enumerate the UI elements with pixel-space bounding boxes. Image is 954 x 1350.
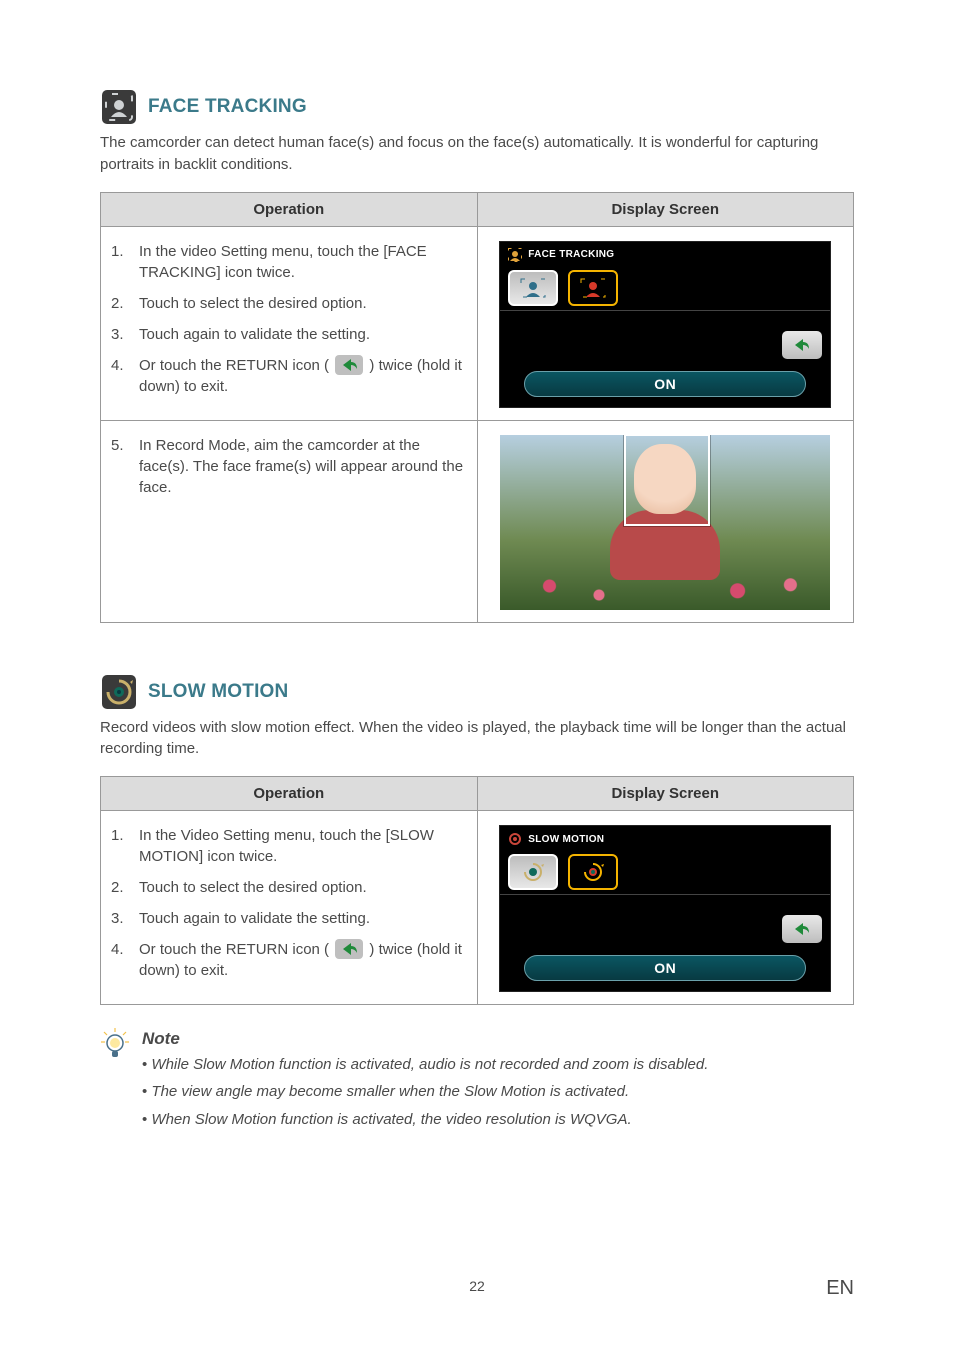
step-4: Or touch the RETURN icon ( ) twice (hold… bbox=[131, 355, 467, 397]
step-1: In the Video Setting menu, touch the [SL… bbox=[131, 825, 467, 867]
return-icon bbox=[335, 939, 363, 959]
step-2: Touch to select the desired option. bbox=[131, 877, 467, 898]
note-item: When Slow Motion function is activated, … bbox=[142, 1108, 708, 1131]
section-title: FACE TRACKING bbox=[148, 96, 307, 118]
face-tracking-icon bbox=[102, 90, 136, 124]
step-5: In Record Mode, aim the camcorder at the… bbox=[131, 435, 467, 498]
face-detection-frame bbox=[634, 444, 696, 514]
option-on-button[interactable] bbox=[568, 270, 618, 306]
operation-cell: In the Video Setting menu, touch the [SL… bbox=[101, 811, 478, 1005]
display-cell-2 bbox=[477, 420, 854, 622]
step-4: Or touch the RETURN icon ( ) twice (hold… bbox=[131, 939, 467, 981]
option-on-button[interactable] bbox=[568, 854, 618, 890]
screen-mock-slow-motion: SLOW MOTION bbox=[499, 825, 831, 992]
slow-motion-icon bbox=[102, 675, 136, 709]
section-intro: Record videos with slow motion effect. W… bbox=[100, 717, 854, 761]
section-header-face-tracking: FACE TRACKING bbox=[100, 90, 854, 124]
display-cell: SLOW MOTION bbox=[477, 811, 854, 1005]
col-header-operation: Operation bbox=[101, 777, 478, 811]
option-off-button[interactable] bbox=[508, 270, 558, 306]
col-header-operation: Operation bbox=[101, 192, 478, 226]
step-3: Touch again to validate the setting. bbox=[131, 908, 467, 929]
screen-return-button[interactable] bbox=[782, 331, 822, 359]
section-header-slow-motion: SLOW MOTION bbox=[100, 675, 854, 709]
slow-motion-table: Operation Display Screen In the Video Se… bbox=[100, 776, 854, 1005]
step-3: Touch again to validate the setting. bbox=[131, 324, 467, 345]
sample-photo bbox=[500, 435, 830, 610]
step-1: In the video Setting menu, touch the [FA… bbox=[131, 241, 467, 283]
screen-title: SLOW MOTION bbox=[528, 834, 604, 845]
return-icon bbox=[335, 355, 363, 375]
page-number: 22 bbox=[0, 1278, 954, 1294]
display-cell: FACE TRACKING bbox=[477, 226, 854, 420]
operation-cell: In the video Setting menu, touch the [FA… bbox=[101, 226, 478, 420]
screen-header-icon bbox=[508, 248, 522, 262]
screen-return-button[interactable] bbox=[782, 915, 822, 943]
screen-mock-face-tracking: FACE TRACKING bbox=[499, 241, 831, 408]
status-pill: ON bbox=[524, 955, 806, 981]
note-item: The view angle may become smaller when t… bbox=[142, 1080, 708, 1103]
note-item: While Slow Motion function is activated,… bbox=[142, 1053, 708, 1076]
note-title: Note bbox=[142, 1029, 708, 1049]
status-pill: ON bbox=[524, 371, 806, 397]
col-header-display: Display Screen bbox=[477, 192, 854, 226]
language-indicator: EN bbox=[826, 1277, 854, 1300]
col-header-display: Display Screen bbox=[477, 777, 854, 811]
option-off-button[interactable] bbox=[508, 854, 558, 890]
lightbulb-icon bbox=[100, 1027, 130, 1061]
step-2: Touch to select the desired option. bbox=[131, 293, 467, 314]
note-block: Note While Slow Motion function is activ… bbox=[100, 1027, 854, 1135]
face-tracking-table: Operation Display Screen In the video Se… bbox=[100, 192, 854, 623]
section-title: SLOW MOTION bbox=[148, 681, 288, 703]
screen-title: FACE TRACKING bbox=[528, 249, 614, 260]
screen-header-icon bbox=[508, 832, 522, 846]
section-intro: The camcorder can detect human face(s) a… bbox=[100, 132, 854, 176]
operation-cell-2: In Record Mode, aim the camcorder at the… bbox=[101, 420, 478, 622]
